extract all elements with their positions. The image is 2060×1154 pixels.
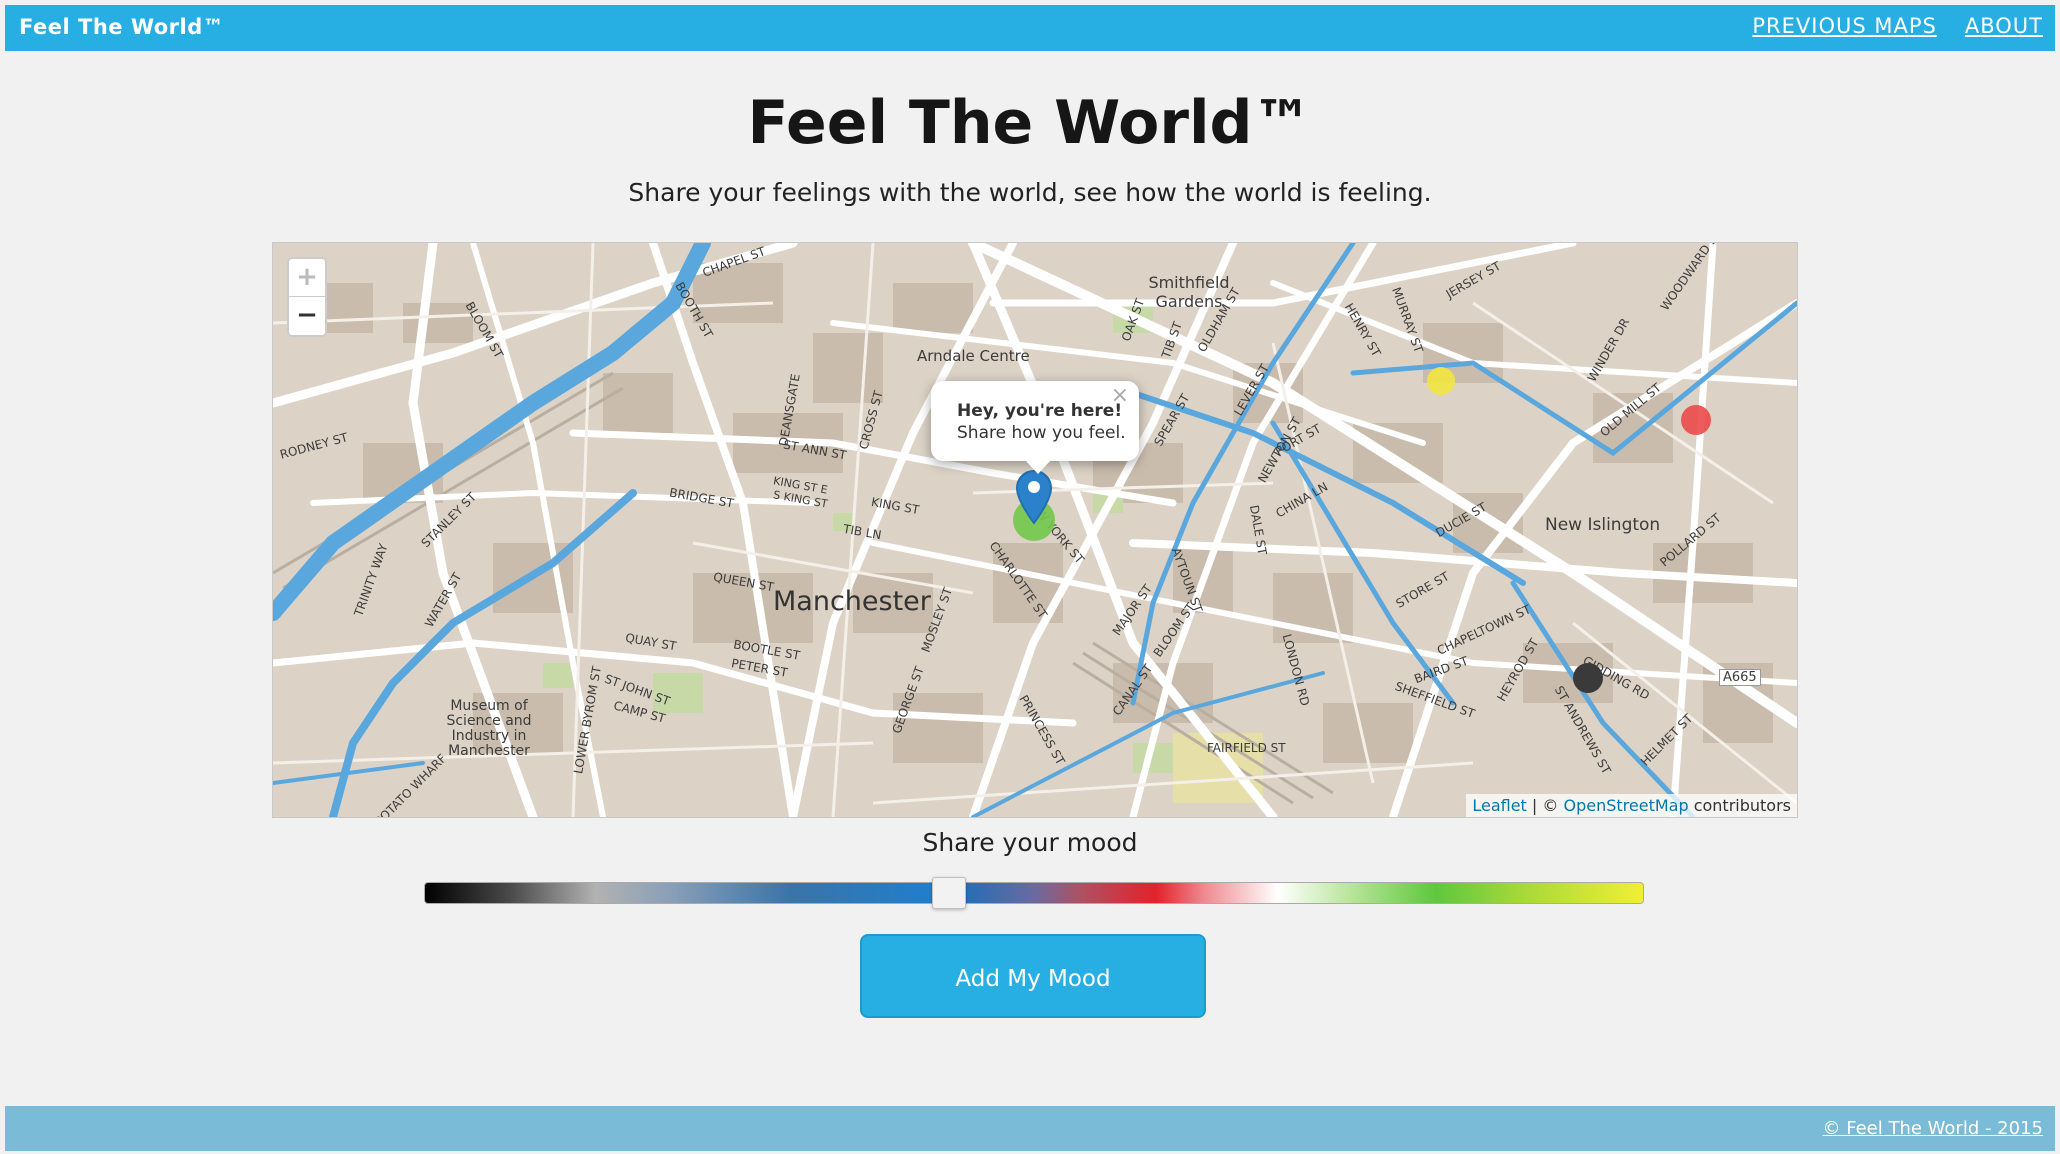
popup-tip	[1025, 460, 1051, 474]
mood-dot-dark[interactable]	[1573, 663, 1603, 693]
mood-slider-thumb[interactable]	[931, 877, 966, 909]
mood-slider-track[interactable]	[424, 882, 1644, 904]
footer-copyright[interactable]: © Feel The World - 2015	[1823, 1118, 2044, 1139]
location-popup: × Hey, you're here! Share how you feel.	[931, 381, 1139, 474]
nav-about[interactable]: ABOUT	[1965, 14, 2043, 38]
zoom-control: + −	[287, 257, 327, 337]
leaflet-link[interactable]: Leaflet	[1472, 796, 1526, 815]
brand-logo-text[interactable]: Feel The World™	[19, 15, 224, 39]
map-view[interactable]: Manchester Smithfield Gardens Arndale Ce…	[272, 242, 1798, 818]
nav-previous-maps[interactable]: PREVIOUS MAPS	[1752, 14, 1936, 38]
page-frame: Feel The World™ PREVIOUS MAPS ABOUT Feel…	[0, 0, 2060, 1154]
location-marker-icon[interactable]	[1015, 469, 1053, 525]
map-label-manchester: Manchester	[773, 586, 931, 617]
map-attribution: Leaflet | © OpenStreetMap contributors	[1466, 794, 1797, 817]
map-label-museum: Museum of Science and Industry in Manche…	[446, 698, 532, 759]
nav-links: PREVIOUS MAPS ABOUT	[1752, 14, 2043, 38]
add-mood-button[interactable]: Add My Mood	[860, 934, 1206, 1018]
attribution-separator: | ©	[1526, 796, 1564, 815]
mood-dot-yellow[interactable]	[1427, 367, 1455, 395]
zoom-out-button[interactable]: −	[289, 297, 325, 334]
popup-title: Hey, you're here!	[957, 401, 1123, 421]
page-title: Feel The World™	[747, 88, 1313, 158]
page-subtitle: Share your feelings with the world, see …	[628, 178, 1432, 207]
osm-link[interactable]: OpenStreetMap	[1563, 796, 1688, 815]
zoom-in-button[interactable]: +	[289, 259, 325, 297]
footer: © Feel The World - 2015	[5, 1106, 2055, 1151]
street-label: FAIRFIELD ST	[1207, 741, 1286, 755]
top-navbar: Feel The World™ PREVIOUS MAPS ABOUT	[5, 5, 2055, 51]
mood-label: Share your mood	[922, 828, 1138, 857]
map-label-arndale: Arndale Centre	[917, 347, 1030, 365]
map-label-a665: A665	[1719, 669, 1761, 686]
mood-dot-red[interactable]	[1681, 405, 1711, 435]
attribution-suffix: contributors	[1688, 796, 1791, 815]
map-label-new-islington: New Islington	[1545, 515, 1661, 535]
popup-body: Share how you feel.	[957, 423, 1126, 443]
